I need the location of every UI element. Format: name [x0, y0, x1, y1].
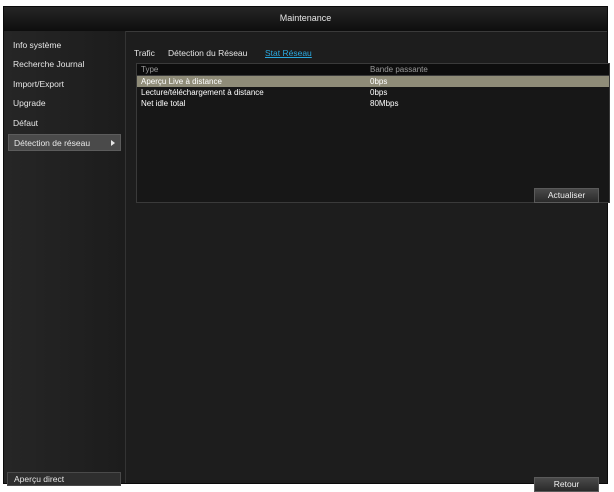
- window-title: Maintenance: [4, 7, 607, 32]
- chevron-right-icon: [111, 140, 115, 146]
- row-type: Lecture/téléchargement à distance: [141, 88, 264, 97]
- row-bandwidth: 0bps: [370, 88, 388, 97]
- column-header-bandwidth: Bande passante: [370, 65, 428, 74]
- table-row[interactable]: Net idle total 80Mbps: [137, 98, 609, 109]
- sidebar: Info système Recherche Journal Import/Ex…: [4, 31, 126, 486]
- row-type: Aperçu Live à distance: [141, 77, 222, 86]
- sidebar-item-upgrade[interactable]: Upgrade: [8, 95, 121, 112]
- row-bandwidth: 80Mbps: [370, 99, 399, 108]
- table-row[interactable]: Aperçu Live à distance 0bps: [137, 76, 609, 87]
- table-header: Type Bande passante: [137, 64, 609, 76]
- sidebar-item-defaut[interactable]: Défaut: [8, 115, 121, 132]
- network-stats-table: Type Bande passante Aperçu Live à distan…: [136, 63, 610, 203]
- sidebar-item-info-systeme[interactable]: Info système: [8, 37, 121, 54]
- column-header-type: Type: [141, 65, 159, 74]
- update-button[interactable]: Actualiser: [534, 188, 599, 203]
- main-content: Trafic Détection du Réseau Stat Réseau T…: [126, 31, 610, 492]
- row-type: Net idle total: [141, 99, 186, 108]
- maintenance-window: Maintenance Info système Recherche Journ…: [3, 6, 610, 492]
- tab-detection-du-reseau[interactable]: Détection du Réseau: [168, 48, 247, 58]
- sidebar-item-label: Détection de réseau: [14, 138, 91, 148]
- table-row[interactable]: Lecture/téléchargement à distance 0bps: [137, 87, 609, 98]
- live-view-button[interactable]: Aperçu direct: [7, 472, 121, 486]
- back-button[interactable]: Retour: [534, 477, 599, 492]
- sidebar-item-import-export[interactable]: Import/Export: [8, 76, 121, 93]
- tab-trafic[interactable]: Trafic: [134, 48, 155, 58]
- sidebar-item-recherche-journal[interactable]: Recherche Journal: [8, 56, 121, 73]
- sidebar-item-detection-de-reseau[interactable]: Détection de réseau: [8, 134, 121, 151]
- row-bandwidth: 0bps: [370, 77, 388, 86]
- tab-stat-reseau[interactable]: Stat Réseau: [265, 48, 312, 58]
